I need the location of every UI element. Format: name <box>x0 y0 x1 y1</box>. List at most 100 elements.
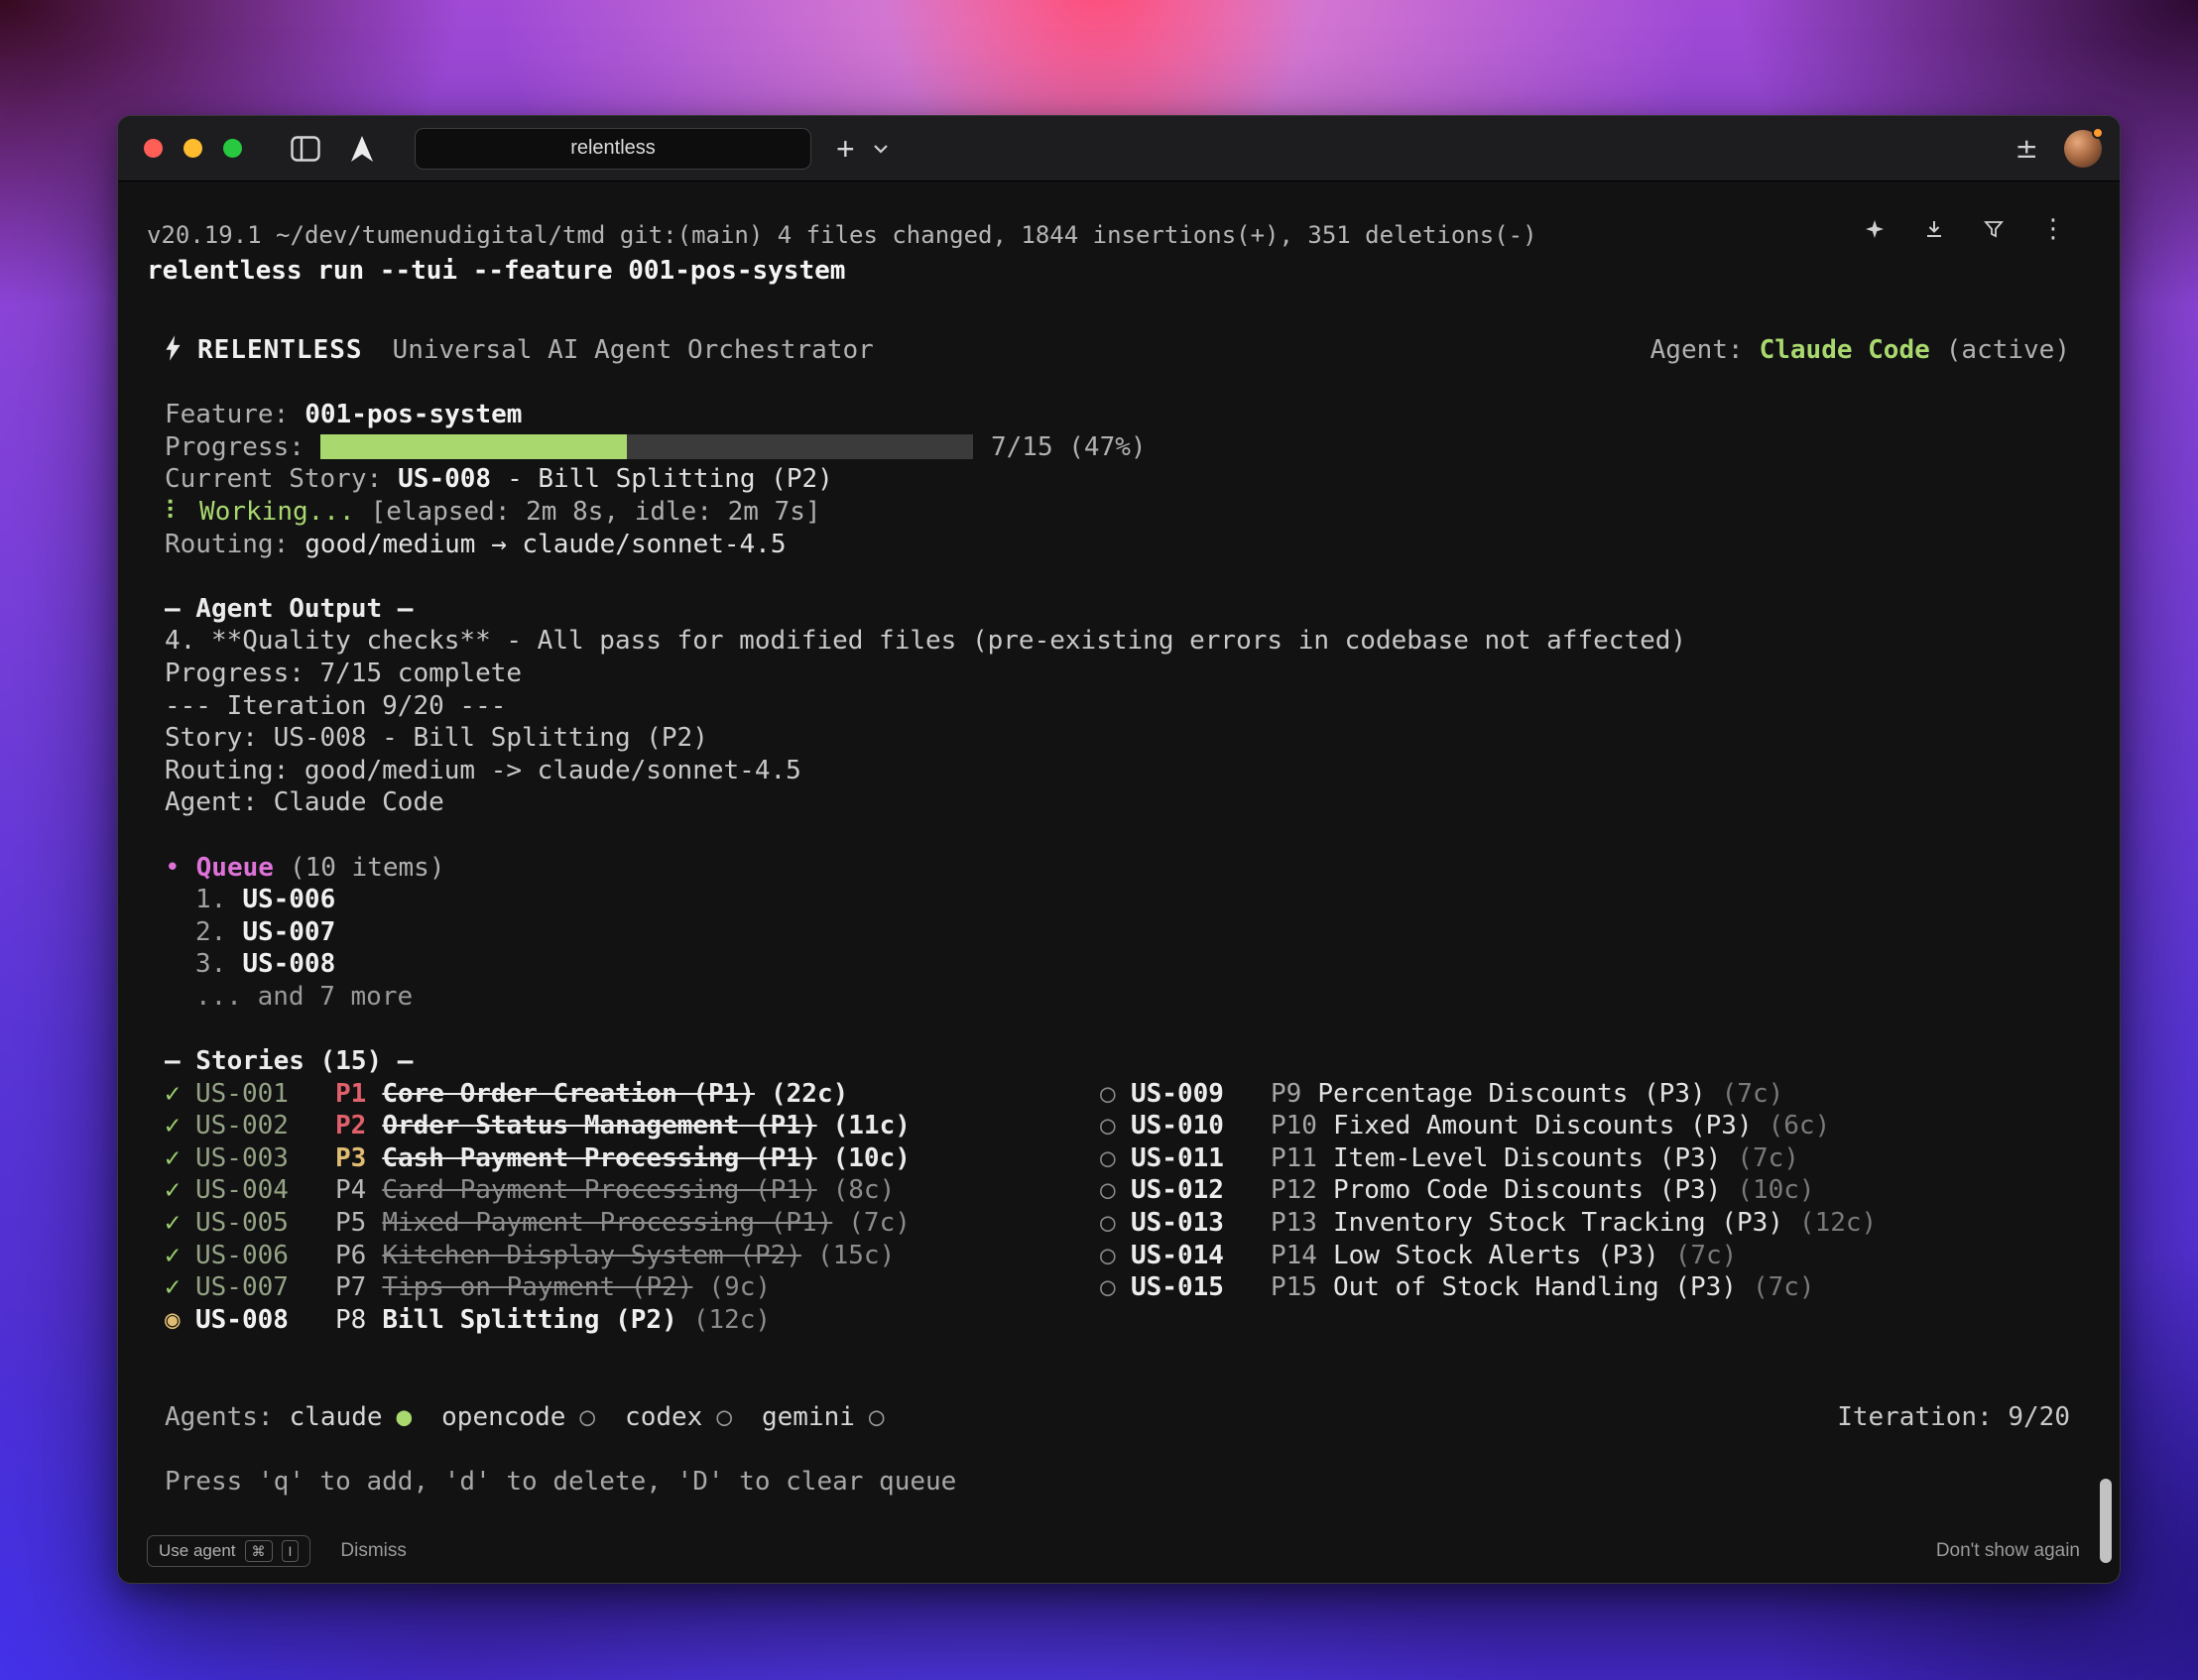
agent-name: Claude Code <box>1760 335 1930 365</box>
story-done-icon: ✓ <box>165 1078 195 1111</box>
story-row: ○US-009P9Percentage Discounts (P3)(7c) <box>1100 1078 2070 1111</box>
agent-output-title: — Agent Output — <box>165 593 2070 626</box>
command-text: relentless run --tui --feature 001-pos-s… <box>147 256 2080 286</box>
app-title: RELENTLESS <box>197 335 363 365</box>
agent-active-icon: ● <box>397 1402 413 1432</box>
stories-title: — Stories (15) — <box>165 1045 2070 1078</box>
zoom-button[interactable] <box>223 139 242 158</box>
cmd-key-icon: ⌘ <box>245 1540 273 1562</box>
bookmark-sparkle-icon[interactable] <box>1864 217 1886 241</box>
avatar[interactable] <box>2064 130 2102 168</box>
progress-line: Progress:7/15 (47%) <box>165 431 2070 464</box>
filter-icon[interactable] <box>1983 217 2005 241</box>
app-subtitle: Universal AI Agent Orchestrator <box>393 335 874 365</box>
agent-idle-icon: ○ <box>579 1402 595 1432</box>
traffic-lights <box>144 139 242 158</box>
progress-text: 7/15 (47%) <box>991 432 1147 462</box>
story-row: ✓US-006P6Kitchen Display System (P2)(15c… <box>165 1240 1100 1272</box>
story-done-icon: ✓ <box>165 1110 195 1142</box>
progress-fill <box>320 434 627 459</box>
story-row: ○US-014P14Low Stock Alerts (P3)(7c) <box>1100 1240 2070 1272</box>
agent-status: Agent:Claude Code(active) <box>1650 334 2070 367</box>
story-row: ✓US-002P2Order Status Management (P1)(11… <box>165 1110 1100 1142</box>
shell-prompt: v20.19.1 ~/dev/tumenudigital/tmd git:(ma… <box>147 220 2080 250</box>
queue-more: ... and 7 more <box>165 981 2070 1014</box>
story-done-icon: ✓ <box>165 1271 195 1304</box>
stories-column-left: ✓US-001P1Core Order Creation (P1)(22c) ✓… <box>165 1078 1100 1337</box>
feature-value: 001-pos-system <box>305 400 522 429</box>
agent-output-line: --- Iteration 9/20 --- <box>165 690 2070 723</box>
agent-idle-icon: ○ <box>716 1402 732 1432</box>
story-row: ○US-015P15Out of Stock Handling (P3)(7c) <box>1100 1271 2070 1304</box>
story-pending-icon: ○ <box>1100 1207 1131 1240</box>
story-done-icon: ✓ <box>165 1240 195 1272</box>
story-pending-icon: ○ <box>1100 1174 1131 1207</box>
bottom-bar: Use agent ⌘ I Dismiss Don't show again <box>118 1525 2120 1583</box>
block-actions: ⋮ <box>1864 217 2064 241</box>
queue-item: 3.US-008 <box>165 948 2070 981</box>
queue-item: 2.US-007 <box>165 916 2070 949</box>
story-pending-icon: ○ <box>1100 1240 1131 1272</box>
story-row: ✓US-007P7Tips on Payment (P2)(9c) <box>165 1271 1100 1304</box>
tab-relentless[interactable]: relentless <box>415 128 811 170</box>
notification-dot <box>2092 127 2104 139</box>
current-story-id: US-008 <box>398 464 491 494</box>
spinner-icon: ⠇ <box>165 497 183 527</box>
story-row-current: ◉US-008P8Bill Splitting (P2)(12c) <box>165 1304 1100 1337</box>
story-row: ○US-010P10Fixed Amount Discounts (P3)(6c… <box>1100 1110 2070 1142</box>
story-row: ✓US-004P4Card Payment Processing (P1)(8c… <box>165 1174 1100 1207</box>
plus-minus-icon[interactable]: ± <box>2015 132 2038 165</box>
close-button[interactable] <box>144 139 163 158</box>
stories-list: ✓US-001P1Core Order Creation (P1)(22c) ✓… <box>165 1078 2070 1337</box>
new-tab-button[interactable]: + <box>836 134 855 164</box>
story-pending-icon: ○ <box>1100 1271 1131 1304</box>
agent-output-line: Story: US-008 - Bill Splitting (P2) <box>165 722 2070 755</box>
tui-header: RELENTLESS Universal AI Agent Orchestrato… <box>165 334 2070 367</box>
lightning-icon <box>165 338 182 368</box>
agent-output-line: Agent: Claude Code <box>165 786 2070 819</box>
story-pending-icon: ○ <box>1100 1142 1131 1175</box>
agent-idle-icon: ○ <box>869 1402 885 1432</box>
routing-line: Routing:good/medium → claude/sonnet-4.5 <box>165 529 2070 561</box>
story-row: ○US-012P12Promo Code Discounts (P3)(10c) <box>1100 1174 2070 1207</box>
dismiss-button[interactable]: Dismiss <box>340 1540 407 1562</box>
story-row: ✓US-005P5Mixed Payment Processing (P1)(7… <box>165 1207 1100 1240</box>
story-pending-icon: ○ <box>1100 1110 1131 1142</box>
story-done-icon: ✓ <box>165 1207 195 1240</box>
story-pending-icon: ○ <box>1100 1078 1131 1111</box>
agents-line: Agents:claude●opencode○codex○gemini○ Ite… <box>165 1401 2070 1434</box>
dont-show-again-button[interactable]: Don't show again <box>1936 1540 2080 1562</box>
story-done-icon: ✓ <box>165 1174 195 1207</box>
command-block-header: v20.19.1 ~/dev/tumenudigital/tmd git:(ma… <box>118 181 2120 334</box>
use-agent-button[interactable]: Use agent ⌘ I <box>147 1535 310 1567</box>
i-key-icon: I <box>282 1540 300 1562</box>
terminal-window: relentless + ± v20.19.1 ~/dev/tumenudigi… <box>117 115 2121 1584</box>
agent-output-line: Routing: good/medium -> claude/sonnet-4.… <box>165 755 2070 787</box>
story-row: ✓US-003P3Cash Payment Processing (P1)(10… <box>165 1142 1100 1175</box>
tui-output: RELENTLESS Universal AI Agent Orchestrato… <box>118 334 2120 1525</box>
story-row: ✓US-001P1Core Order Creation (P1)(22c) <box>165 1078 1100 1111</box>
working-line: ⠇Working...[elapsed: 2m 8s, idle: 2m 7s] <box>165 496 2070 529</box>
tab-title: relentless <box>570 137 656 160</box>
more-options-icon[interactable]: ⋮ <box>2042 217 2064 241</box>
agent-output-line: Progress: 7/15 complete <box>165 658 2070 690</box>
story-row: ○US-013P13Inventory Stock Tracking (P3)(… <box>1100 1207 2070 1240</box>
desktop-background: relentless + ± v20.19.1 ~/dev/tumenudigi… <box>0 0 2198 1680</box>
minimize-button[interactable] <box>183 139 202 158</box>
story-row: ○US-011P11Item-Level Discounts (P3)(7c) <box>1100 1142 2070 1175</box>
queue-item: 1.US-006 <box>165 884 2070 916</box>
queue-bullet-icon: • <box>165 853 181 883</box>
help-text: Press 'q' to add, 'd' to delete, 'D' to … <box>165 1466 2070 1499</box>
story-current-icon: ◉ <box>165 1304 195 1337</box>
app-logo-icon <box>350 135 374 163</box>
window-titlebar: relentless + ± <box>118 116 2120 181</box>
sidebar-toggle-icon[interactable] <box>291 136 320 162</box>
feature-line: Feature:001-pos-system <box>165 399 2070 431</box>
queue-header: •Queue(10 items) <box>165 852 2070 885</box>
chevron-down-icon[interactable] <box>873 144 889 154</box>
progress-bar <box>320 434 973 459</box>
agent-output-line: 4. **Quality checks** - All pass for mod… <box>165 625 2070 658</box>
current-story-line: Current Story:US-008- Bill Splitting (P2… <box>165 463 2070 496</box>
download-icon[interactable] <box>1923 217 1945 241</box>
scrollbar-thumb[interactable] <box>2100 1479 2112 1563</box>
